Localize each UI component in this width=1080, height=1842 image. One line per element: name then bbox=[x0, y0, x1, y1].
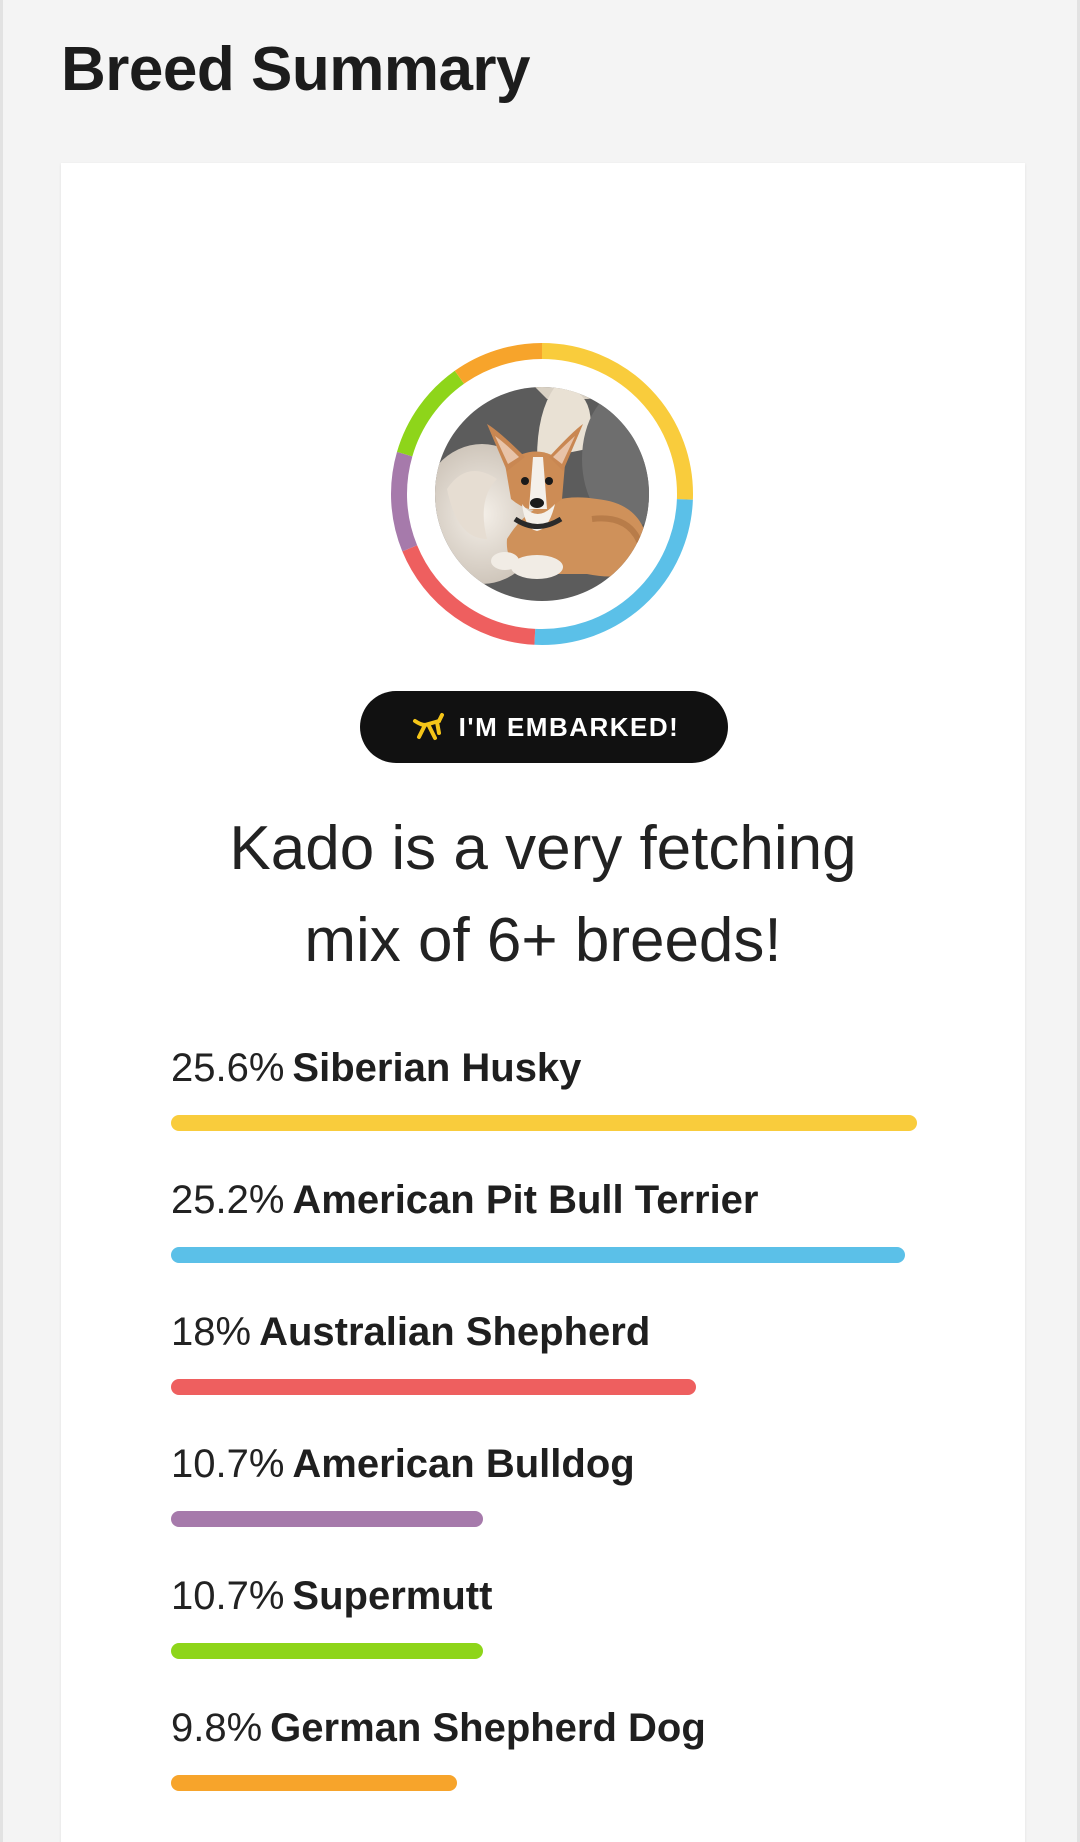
breed-label: 10.7% American Bulldog bbox=[171, 1439, 921, 1489]
breed-summary-page: Breed Summary I'M EMBARKED! Kado is a ve… bbox=[0, 0, 1080, 1842]
breed-row-german-shepherd-dog[interactable]: 9.8% German Shepherd Dog bbox=[171, 1703, 921, 1835]
ring-segment bbox=[391, 451, 418, 552]
breed-name: Australian Shepherd bbox=[259, 1310, 651, 1354]
breed-name: American Bulldog bbox=[292, 1442, 635, 1486]
breed-row-american-pit-bull-terrier[interactable]: 25.2% American Pit Bull Terrier bbox=[171, 1175, 921, 1307]
breed-label: 25.6% Siberian Husky bbox=[171, 1043, 921, 1093]
breed-name: German Shepherd Dog bbox=[270, 1706, 706, 1750]
breed-name: American Pit Bull Terrier bbox=[292, 1178, 759, 1222]
breed-bar bbox=[171, 1247, 905, 1263]
badge-label: I'M EMBARKED! bbox=[458, 711, 680, 742]
breed-label: 10.7% Supermutt bbox=[171, 1571, 921, 1621]
breed-name: Siberian Husky bbox=[292, 1046, 582, 1090]
breed-bar bbox=[171, 1511, 483, 1527]
page-title: Breed Summary bbox=[61, 35, 531, 104]
breed-summary-card: I'M EMBARKED! Kado is a very fetching mi… bbox=[61, 163, 1025, 1842]
breed-label: 9.8% German Shepherd Dog bbox=[171, 1703, 921, 1753]
breed-ring-avatar[interactable] bbox=[387, 339, 697, 649]
headline-line-2: mix of 6+ breeds! bbox=[304, 906, 782, 975]
embarked-badge[interactable]: I'M EMBARKED! bbox=[360, 691, 728, 763]
breed-bar bbox=[171, 1775, 457, 1791]
breed-list: 25.6% Siberian Husky 25.2% American Pit Bu… bbox=[171, 1043, 921, 1835]
breed-row-siberian-husky[interactable]: 25.6% Siberian Husky bbox=[171, 1043, 921, 1175]
breed-percentage: 25.2% bbox=[171, 1178, 285, 1222]
breed-mix-headline: Kado is a very fetching mix of 6+ breeds… bbox=[121, 803, 965, 987]
dog-photo bbox=[435, 387, 649, 601]
breed-label: 18% Australian Shepherd bbox=[171, 1307, 921, 1357]
breed-ring bbox=[391, 343, 693, 645]
breed-label: 25.2% American Pit Bull Terrier bbox=[171, 1175, 921, 1225]
breed-percentage: 25.6% bbox=[171, 1046, 285, 1090]
breed-bar bbox=[171, 1643, 483, 1659]
breed-bar bbox=[171, 1115, 917, 1131]
breed-row-australian-shepherd[interactable]: 18% Australian Shepherd bbox=[171, 1307, 921, 1439]
balloon-dog-icon bbox=[412, 713, 444, 740]
breed-row-american-bulldog[interactable]: 10.7% American Bulldog bbox=[171, 1439, 921, 1571]
breed-name: Supermutt bbox=[292, 1574, 493, 1618]
headline-line-1: Kado is a very fetching bbox=[229, 814, 857, 883]
ring-segment bbox=[454, 343, 543, 384]
breed-percentage: 18% bbox=[171, 1310, 252, 1354]
breed-percentage: 10.7% bbox=[171, 1442, 285, 1486]
breed-percentage: 9.8% bbox=[171, 1706, 263, 1750]
breed-bar bbox=[171, 1379, 696, 1395]
breed-percentage: 10.7% bbox=[171, 1574, 285, 1618]
breed-row-supermutt[interactable]: 10.7% Supermutt bbox=[171, 1571, 921, 1703]
